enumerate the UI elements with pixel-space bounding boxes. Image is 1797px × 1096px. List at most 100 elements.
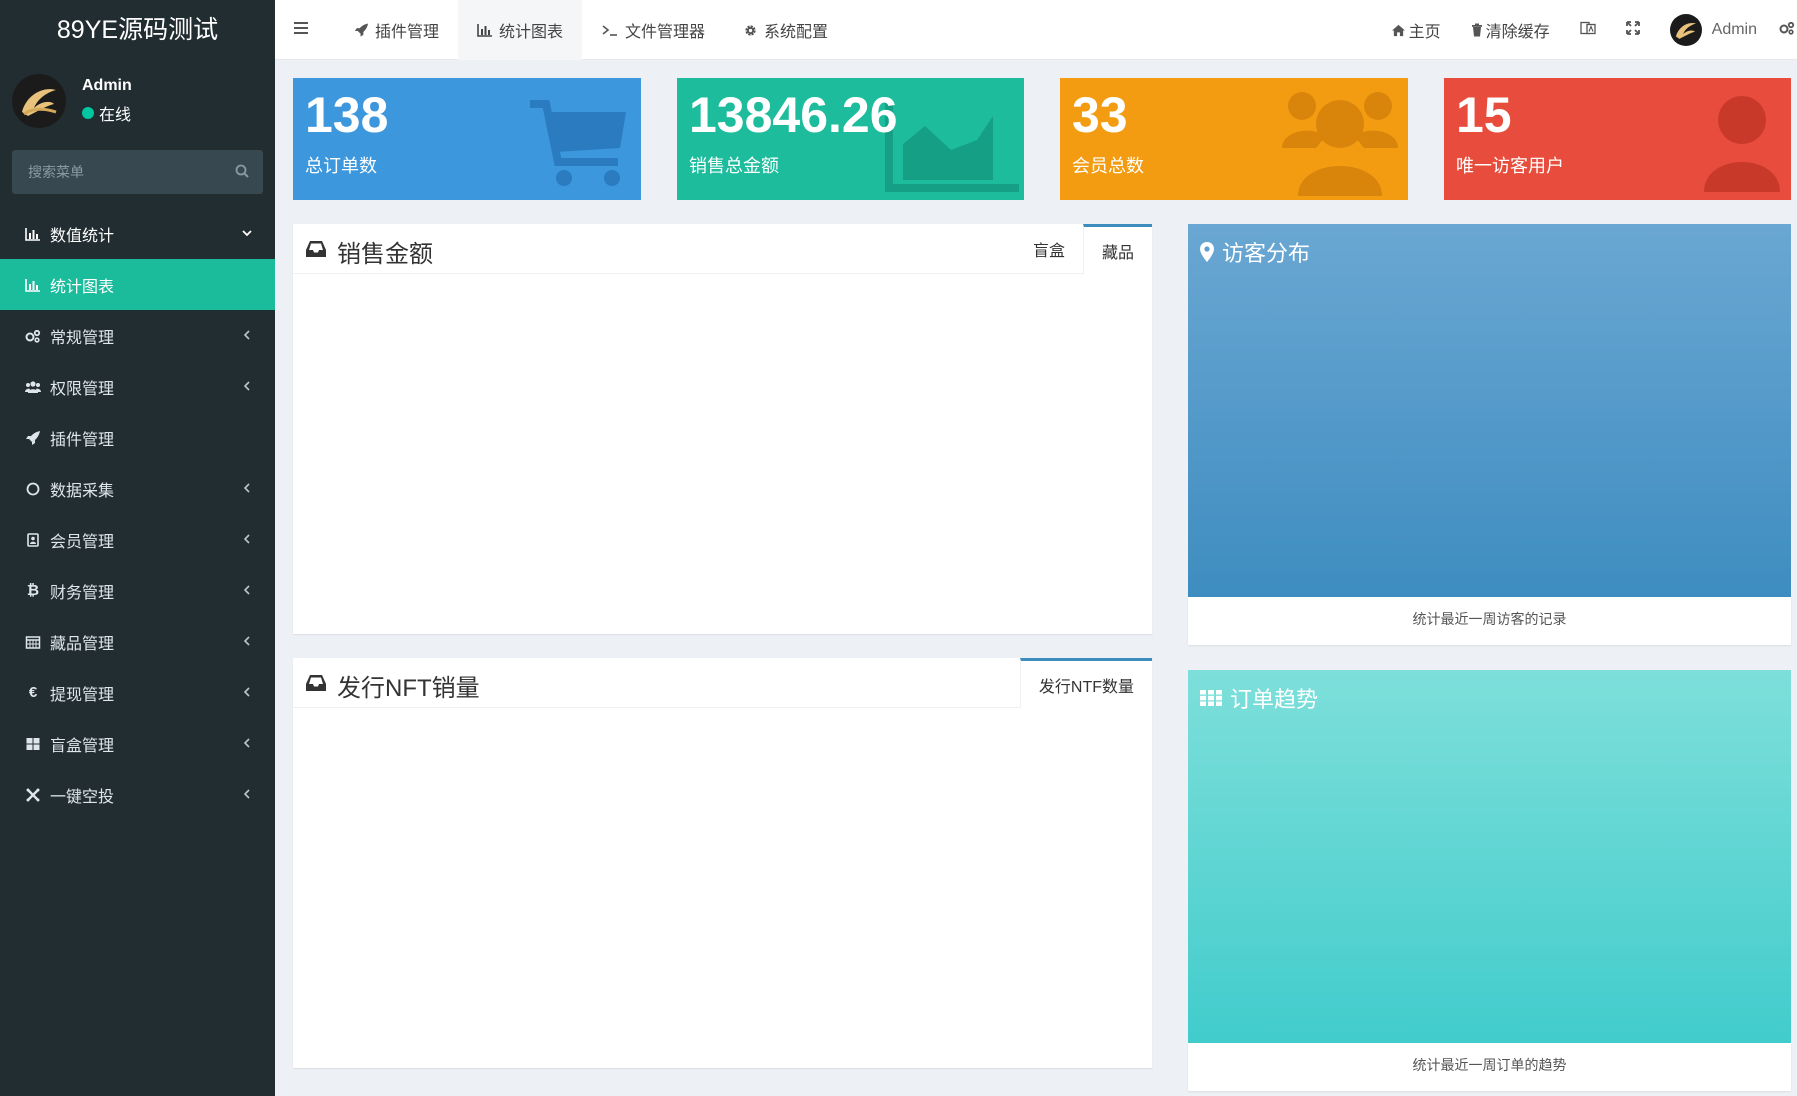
sidebar-item-permissions[interactable]: 权限管理 [0,361,275,412]
top-tabs: 插件管理 统计图表 文件管理器 系统配置 [335,0,847,60]
stat-members: 33 会员总数 [1060,78,1408,200]
fullscreen-button[interactable] [1611,0,1655,60]
avatar [12,74,66,128]
tab-file-manager[interactable]: 文件管理器 [582,0,724,60]
chevron-left-icon [241,379,253,397]
calendar-icon [24,634,42,650]
chevron-left-icon [241,583,253,601]
panel-tabs: 发行NTF数量 [1019,658,1152,708]
circle-icon [24,481,42,497]
tab-collectibles[interactable]: 藏品 [1082,224,1152,274]
home-link[interactable]: 主页 [1376,0,1456,60]
sales-amount-panel: 销售金额 盲盒 藏品 [293,224,1152,634]
sidebar-item-label: 会员管理 [50,533,115,551]
top-user-name: Admin [1711,21,1757,38]
stat-label: 会员总数 [1072,156,1144,176]
sidebar-item-charts[interactable]: 统计图表 [0,259,275,310]
panel-title: 销售金额 [337,241,433,268]
brand-title[interactable]: 89YE源码测试 [0,0,275,60]
sidebar-item-label: 统计图表 [50,278,115,296]
box-title: 访客分布 [1200,236,1310,268]
inbox-icon [305,674,327,697]
stat-orders: 138 总订单数 [293,78,641,200]
expand-icon [1625,20,1640,40]
tab-blindbox[interactable]: 盲盒 [1015,224,1083,274]
nft-sales-panel: 发行NFT销量 发行NTF数量 [293,658,1152,1068]
clear-cache-button[interactable]: 清除缓存 [1456,0,1565,60]
stat-label: 总订单数 [305,156,377,176]
sidebar-item-collectibles[interactable]: 藏品管理 [0,616,275,667]
grid-icon [24,736,42,752]
bitcoin-icon: ₿ [26,582,40,599]
panel-tabs: 盲盒 藏品 [1015,224,1152,274]
cogs-icon [24,328,42,344]
sidebar-item-finance[interactable]: ₿ 财务管理 [0,565,275,616]
panel-header: 发行NFT销量 发行NTF数量 [293,658,1152,708]
home-icon [1391,24,1406,37]
language-button[interactable] [1565,0,1611,60]
settings-button[interactable] [1777,0,1797,60]
sidebar-item-label: 权限管理 [50,380,115,398]
top-right-actions: 主页 清除缓存 Admin [1376,0,1797,60]
sidebar-item-label: 数据采集 [50,482,115,500]
sidebar-item-plugins[interactable]: 插件管理 [0,412,275,463]
chevron-down-icon [241,226,253,244]
bar-chart-icon [477,23,493,37]
user-name: Admin [82,77,132,94]
map-marker-icon [1200,242,1214,262]
sidebar: 89YE源码测试 Admin 在线 数值统计 统计图 [0,0,275,1096]
stat-value: 33 [1072,87,1128,143]
tab-charts[interactable]: 统计图表 [458,0,583,60]
sidebar-item-collection[interactable]: 数据采集 [0,463,275,514]
users-icon [1280,86,1400,200]
sidebar-item-blindbox[interactable]: 盲盒管理 [0,718,275,769]
panel-title: 发行NFT销量 [337,675,480,702]
sidebar-item-airdrop[interactable]: 一键空投 [0,769,275,820]
online-dot-icon [82,107,94,119]
sidebar-item-label: 数值统计 [50,227,115,245]
tab-system-config[interactable]: 系统配置 [724,0,847,60]
chevron-left-icon [241,787,253,805]
tab-nft-count[interactable]: 发行NTF数量 [1019,658,1152,708]
stat-value: 138 [305,87,389,143]
bar-chart-icon [24,277,42,293]
sidebar-item-label: 常规管理 [50,329,115,347]
box-title-label: 访客分布 [1222,241,1311,266]
nft-chart-area [293,708,1152,1066]
sidebar-item-stats[interactable]: 数值统计 [0,208,275,259]
stat-visitors: 15 唯一访客用户 [1444,78,1791,200]
tab-label: 插件管理 [375,24,440,41]
home-label: 主页 [1408,24,1441,41]
topbar: 插件管理 统计图表 文件管理器 系统配置 主页 清除缓存 Admin [275,0,1797,60]
menu-toggle-icon[interactable] [293,20,309,41]
sidebar-item-label: 插件管理 [50,431,115,449]
joomla-icon [24,787,42,803]
sidebar-item-general[interactable]: 常规管理 [0,310,275,361]
order-trend-box: 订单趋势 统计最近一周订单的趋势 [1188,670,1791,1092]
search-icon[interactable] [235,164,249,183]
stat-label: 销售总金额 [689,156,779,176]
chevron-left-icon [241,736,253,754]
sidebar-item-label: 一键空投 [50,788,115,806]
language-icon [1579,21,1596,40]
tab-label: 统计图表 [499,24,564,41]
box-footer: 统计最近一周订单的趋势 [1188,1043,1791,1091]
sidebar-item-members[interactable]: 会员管理 [0,514,275,565]
search-input[interactable] [12,150,263,194]
sidebar-item-withdraw[interactable]: € 提现管理 [0,667,275,718]
users-icon [24,379,42,395]
bar-chart-icon [24,226,42,242]
chevron-left-icon [241,532,253,550]
search-box [12,150,263,194]
grid-icon [1200,690,1222,706]
tab-label: 系统配置 [764,24,829,41]
box-title: 订单趋势 [1200,682,1318,714]
panel-header: 销售金额 盲盒 藏品 [293,224,1152,274]
order-trend-area [1188,670,1791,1043]
stat-value: 13846.26 [689,87,898,143]
user-menu[interactable]: Admin [1655,0,1777,60]
sidebar-item-label: 藏品管理 [50,635,115,653]
sidebar-item-label: 盲盒管理 [50,737,115,755]
tab-plugins[interactable]: 插件管理 [335,0,458,60]
id-card-icon [24,532,42,548]
